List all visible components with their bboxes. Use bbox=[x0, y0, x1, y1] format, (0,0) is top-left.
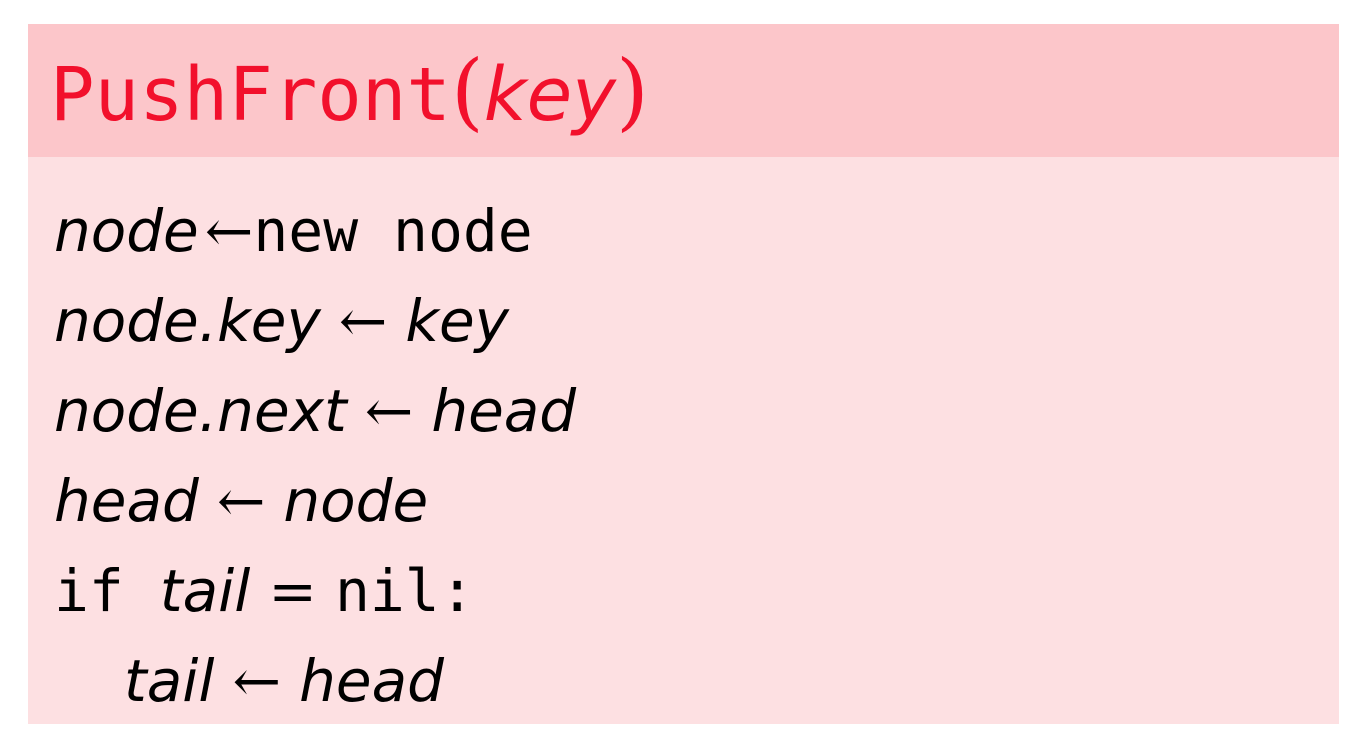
line1-lhs: node bbox=[54, 197, 199, 265]
assign-arrow: ← bbox=[364, 377, 414, 445]
line2-rhs: key bbox=[405, 287, 509, 355]
parameter-name: key bbox=[483, 52, 616, 138]
close-paren: ) bbox=[615, 42, 649, 140]
code-line-3: node.next ← head bbox=[54, 371, 576, 451]
equals-op: = bbox=[268, 557, 317, 625]
function-name: PushFront bbox=[50, 52, 451, 138]
line5-var: tail bbox=[159, 557, 251, 625]
pseudocode-body: node ←new node node.key ← key node.next ← hea… bbox=[28, 157, 1339, 724]
line4-lhs: head bbox=[54, 467, 199, 535]
line3-rhs: head bbox=[431, 377, 577, 445]
code-line-1: node ←new node bbox=[54, 191, 533, 271]
code-line-2: node.key ← key bbox=[54, 281, 509, 361]
code-line-4: head ← node bbox=[54, 461, 428, 541]
open-paren: ( bbox=[450, 42, 484, 140]
nil-value: nil: bbox=[334, 557, 475, 625]
line4-rhs: node bbox=[283, 467, 429, 535]
assign-arrow: ← bbox=[232, 647, 282, 715]
assign-arrow: ← bbox=[338, 287, 388, 355]
line2-lhs: node.key bbox=[54, 287, 321, 355]
code-line-5: if tail = nil: bbox=[54, 551, 475, 631]
if-keyword: if bbox=[54, 557, 124, 625]
pseudocode-block: PushFront(key) node ←new node node.key ← ke… bbox=[28, 24, 1339, 724]
procedure-title: PushFront(key) bbox=[50, 46, 649, 138]
assign-arrow: ← bbox=[216, 467, 266, 535]
line3-lhs: node.next bbox=[54, 377, 347, 445]
line6-rhs: head bbox=[299, 647, 444, 715]
code-line-6: tail ← head bbox=[124, 641, 444, 721]
pseudocode-header: PushFront(key) bbox=[28, 24, 1339, 157]
assign-arrow: ← bbox=[204, 197, 254, 265]
line1-rhs: new node bbox=[253, 197, 533, 265]
line6-lhs: tail bbox=[124, 647, 215, 715]
